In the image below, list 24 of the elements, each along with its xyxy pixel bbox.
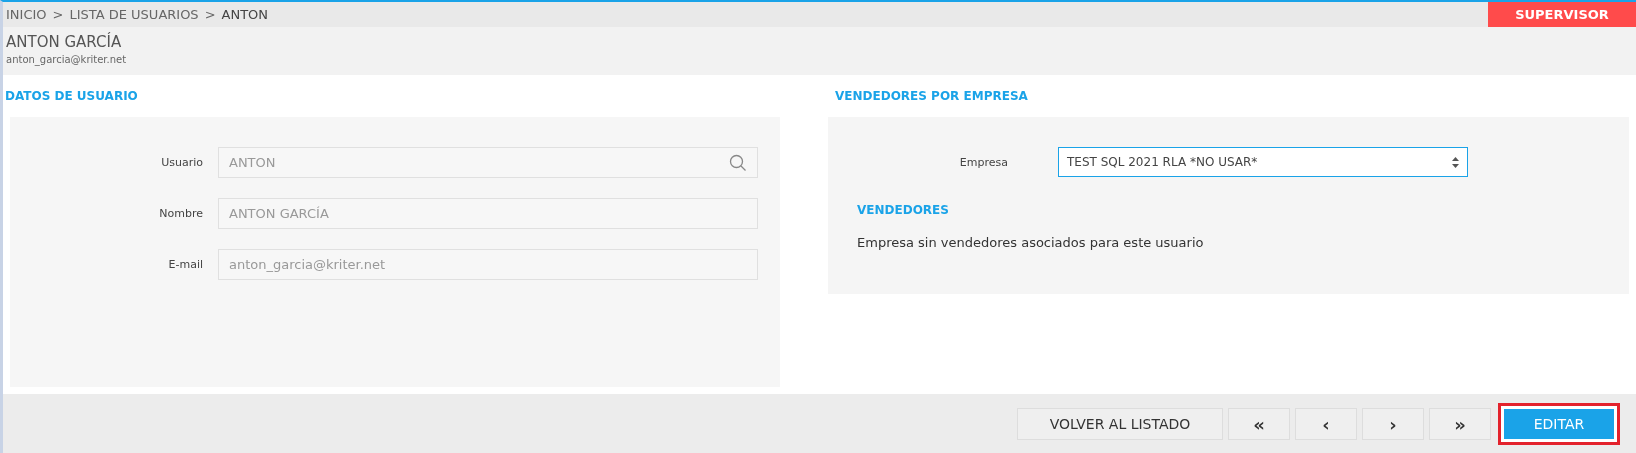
- pagination-button[interactable]: «: [1228, 408, 1290, 440]
- subsection-title: VENDEDORES: [857, 203, 950, 217]
- section-title: DATOS DE USUARIO: [4, 88, 139, 105]
- field-label: E-mail: [167, 258, 204, 271]
- section-title: VENDEDORES POR EMPRESA: [834, 88, 1029, 105]
- field-label: Usuario: [160, 156, 204, 169]
- field-label: Nombre: [158, 207, 204, 220]
- user-name: ANTON GARCÍA: [6, 33, 123, 51]
- empty-message: Empresa sin vendedores asociados para este usuario: [857, 235, 1205, 250]
- sort-arrows-icon: [1452, 156, 1459, 168]
- breadcrumb-link[interactable]: LISTA DE USUARIOS: [69, 7, 199, 22]
- role-badge: SUPERVISOR: [1488, 2, 1636, 27]
- breadcrumb-current: ANTON: [221, 7, 269, 22]
- breadcrumb-separator: >: [204, 7, 216, 22]
- breadcrumb-separator: >: [52, 7, 64, 22]
- company-select[interactable]: TEST SQL 2021 RLA *NO USAR*: [1058, 147, 1468, 177]
- pagination-button[interactable]: ›: [1362, 408, 1424, 440]
- search-icon[interactable]: [729, 153, 747, 172]
- back-to-list-button[interactable]: VOLVER AL LISTADO: [1017, 408, 1223, 440]
- user-email: anton_garcia@kriter.net: [6, 54, 128, 65]
- breadcrumb-link[interactable]: INICIO: [6, 7, 47, 22]
- pagination-button[interactable]: »: [1429, 408, 1491, 440]
- field-label: Empresa: [958, 155, 1009, 169]
- pagination-button[interactable]: ‹: [1295, 408, 1357, 440]
